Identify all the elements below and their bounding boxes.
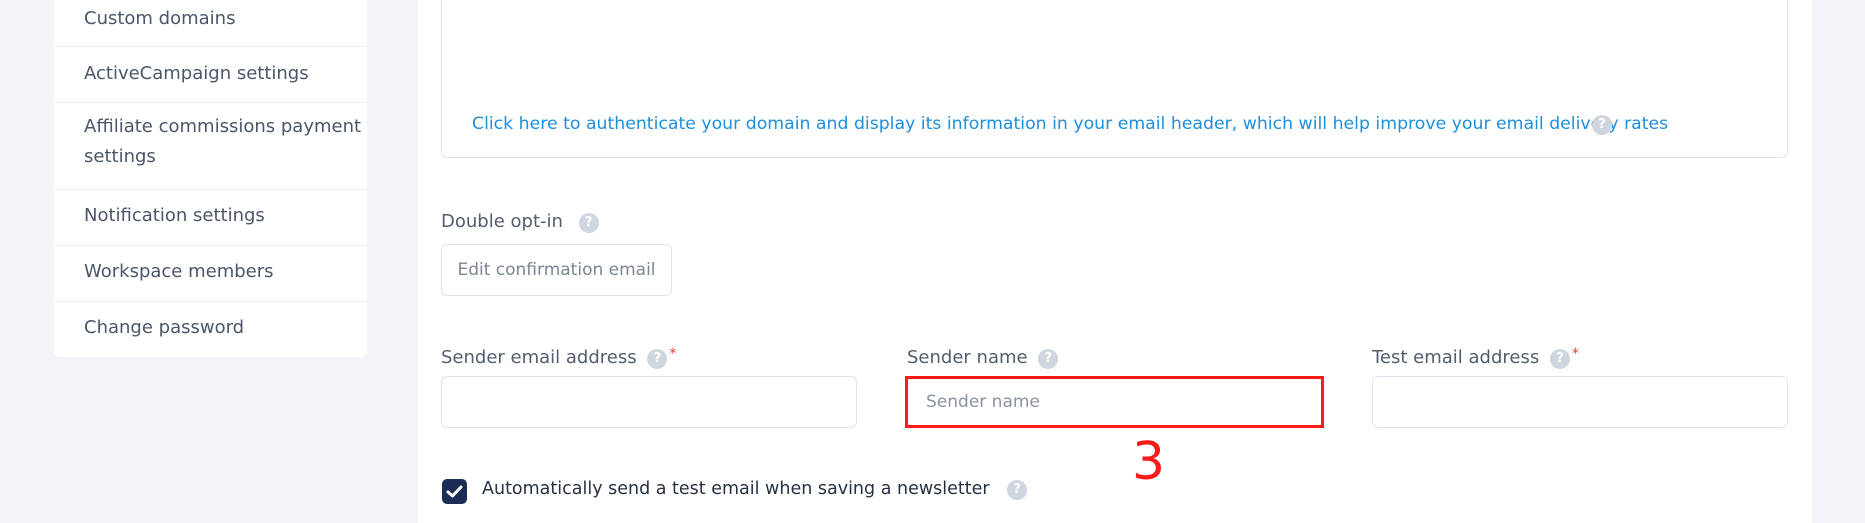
- test-email-label-text: Test email address: [1372, 347, 1540, 368]
- sidebar-item-label: Notification settings: [84, 205, 265, 226]
- sender-name-label-text: Sender name: [907, 347, 1028, 368]
- sidebar-item-notification-settings[interactable]: Notification settings: [54, 190, 367, 246]
- help-icon[interactable]: ?: [578, 213, 599, 233]
- test-email-input[interactable]: [1372, 376, 1788, 428]
- auto-send-test-label: Automatically send a test email when sav…: [482, 479, 1028, 501]
- sidebar-item-workspace-members[interactable]: Workspace members: [54, 246, 367, 302]
- settings-sidebar: Custom domains ActiveCampaign settings A…: [54, 0, 367, 357]
- domain-auth-box: [441, 0, 1788, 158]
- checkmark-icon: [446, 485, 463, 498]
- sidebar-item-affiliate-commissions[interactable]: Affiliate commissions payment settings: [54, 103, 367, 190]
- sender-email-label-text: Sender email address: [441, 347, 637, 368]
- help-icon[interactable]: ?: [1549, 349, 1570, 369]
- auto-send-test-checkbox[interactable]: [442, 479, 467, 504]
- sender-name-label: Sender name ?: [907, 347, 1059, 370]
- sidebar-item-activecampaign-settings[interactable]: ActiveCampaign settings: [54, 47, 367, 103]
- sidebar-item-label-line2: settings: [84, 146, 156, 167]
- help-icon[interactable]: ?: [1592, 115, 1612, 135]
- sender-email-label: Sender email address ? *: [441, 346, 677, 370]
- authenticate-domain-link[interactable]: Click here to authenticate your domain a…: [472, 114, 1668, 134]
- sidebar-item-label-line1: Affiliate commissions payment: [84, 116, 362, 137]
- edit-confirmation-email-button[interactable]: Edit confirmation email: [441, 244, 672, 296]
- auto-send-test-label-text: Automatically send a test email when sav…: [482, 479, 990, 499]
- required-asterisk: *: [669, 346, 677, 362]
- sidebar-item-label: ActiveCampaign settings: [84, 63, 309, 84]
- required-asterisk: *: [1571, 346, 1579, 362]
- double-optin-label-text: Double opt-in: [441, 211, 563, 232]
- sidebar-item-change-password[interactable]: Change password: [54, 302, 367, 357]
- sender-email-input[interactable]: [441, 376, 857, 428]
- sender-name-input[interactable]: Sender name: [905, 376, 1324, 428]
- test-email-label: Test email address ? *: [1372, 346, 1579, 370]
- double-optin-label: Double opt-in ?: [441, 211, 599, 234]
- sidebar-item-label: Custom domains: [84, 8, 236, 29]
- help-icon[interactable]: ?: [1007, 480, 1028, 500]
- help-icon[interactable]: ?: [1038, 349, 1059, 369]
- sidebar-item-label: Change password: [84, 317, 245, 338]
- annotation-marker: 3: [1132, 432, 1166, 492]
- sidebar-item-label: Workspace members: [84, 261, 274, 282]
- sidebar-item-custom-domains[interactable]: Custom domains: [54, 0, 367, 47]
- help-icon[interactable]: ?: [647, 349, 668, 369]
